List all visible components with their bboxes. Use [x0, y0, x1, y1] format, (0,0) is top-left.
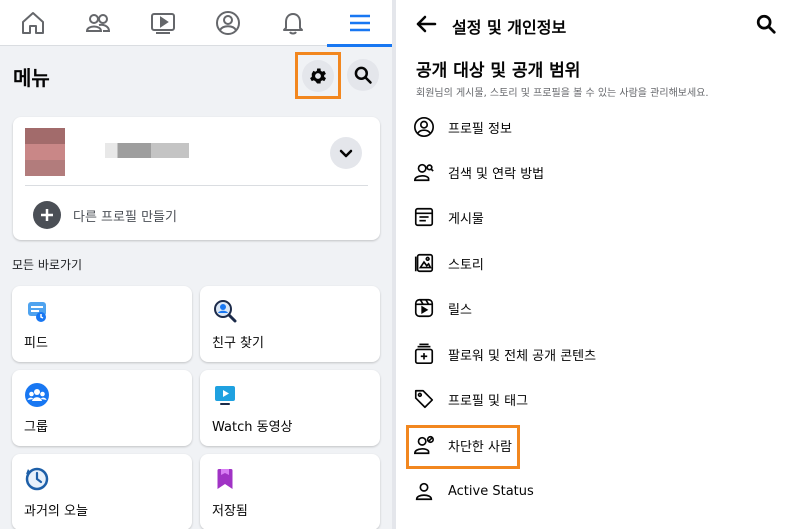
- bell-icon: [282, 13, 303, 35]
- all-shortcuts-label: 모든 바로가기: [12, 258, 83, 272]
- profile-icon: [215, 11, 240, 35]
- followers-icon: [412, 342, 436, 366]
- settings-panel: 설정 및 개인정보 공개 대상 및 공개 범위 회원님의 게시물, 스토리 및 …: [392, 0, 796, 529]
- gear-icon: [310, 68, 326, 83]
- nav-watch[interactable]: [130, 0, 195, 46]
- shortcut-watch[interactable]: Watch 동영상: [200, 370, 380, 446]
- feed-icon: [24, 298, 50, 324]
- shortcut-memories[interactable]: 과거의 오늘: [12, 454, 192, 529]
- setting-label: 릴스: [448, 302, 472, 318]
- setting-followers[interactable]: 팔로워 및 전체 공개 콘텐츠: [412, 336, 772, 372]
- nav-profile[interactable]: [195, 0, 260, 46]
- shortcut-label: 피드: [24, 336, 48, 351]
- shortcut-saved[interactable]: 저장됨: [200, 454, 380, 529]
- shortcut-feed[interactable]: 피드: [12, 286, 192, 362]
- find-friends-icon: [212, 298, 238, 324]
- settings-title: 설정 및 개인정보: [452, 18, 567, 37]
- active-status-icon: [412, 479, 436, 503]
- menu-search-button[interactable]: [347, 59, 379, 91]
- settings-button[interactable]: [295, 52, 341, 99]
- setting-profile-tagging[interactable]: 프로필 및 태그: [412, 381, 772, 417]
- highlight-annotation: [406, 425, 520, 469]
- tag-icon: [412, 387, 436, 411]
- nav-menu[interactable]: [327, 0, 392, 47]
- setting-search-contact[interactable]: 검색 및 연락 방법: [412, 154, 772, 190]
- saved-icon: [212, 466, 238, 492]
- setting-label: 프로필 정보: [448, 121, 512, 137]
- setting-label: 검색 및 연락 방법: [448, 166, 545, 182]
- reels-icon: [412, 296, 436, 320]
- settings-header: 설정 및 개인정보: [396, 0, 796, 46]
- setting-reels[interactable]: 릴스: [412, 290, 772, 326]
- divider: [25, 185, 368, 186]
- nav-friends[interactable]: [65, 0, 130, 46]
- profile-card: 다른 프로필 만들기: [13, 117, 380, 240]
- nav-notifications[interactable]: [260, 0, 325, 46]
- shortcut-label: 저장됨: [212, 504, 248, 519]
- shortcut-label: 과거의 오늘: [24, 504, 88, 519]
- watch-video-icon: [212, 382, 238, 408]
- watch-icon: [150, 13, 175, 34]
- friends-icon: [85, 14, 110, 32]
- setting-stories[interactable]: 스토리: [412, 245, 772, 281]
- home-icon: [21, 12, 44, 34]
- setting-active-status[interactable]: Active Status: [412, 473, 772, 509]
- page-title: 메뉴: [13, 66, 50, 90]
- chevron-down-icon: [339, 149, 353, 158]
- shortcut-label: Watch 동영상: [212, 420, 293, 435]
- section-description: 회원님의 게시물, 스토리 및 프로필을 볼 수 있는 사람을 관리해보세요.: [416, 88, 709, 99]
- setting-label: 스토리: [448, 257, 484, 273]
- shortcut-find-friends[interactable]: 친구 찾기: [200, 286, 380, 362]
- back-arrow-icon: [416, 15, 437, 33]
- shortcut-groups[interactable]: 그룹: [12, 370, 192, 446]
- menu-panel: 메뉴 다른 프로필 만들기 모든 바로가기 피드 친구 찾기 그룹 Watch …: [0, 0, 392, 529]
- groups-icon: [24, 382, 50, 408]
- shortcut-label: 친구 찾기: [212, 336, 264, 351]
- setting-label: 게시물: [448, 211, 484, 227]
- avatar[interactable]: [25, 128, 65, 176]
- expand-profiles-button[interactable]: [330, 137, 362, 169]
- plus-icon[interactable]: [33, 201, 61, 229]
- setting-posts[interactable]: 게시물: [412, 199, 772, 235]
- search-contact-icon: [412, 160, 436, 184]
- shortcut-label: 그룹: [24, 420, 48, 435]
- nav-home[interactable]: [0, 0, 65, 46]
- setting-label: 프로필 및 태그: [448, 393, 529, 409]
- back-button[interactable]: [412, 10, 440, 38]
- profile-info-icon: [412, 115, 436, 139]
- hamburger-menu-icon: [349, 14, 370, 32]
- setting-profile-info[interactable]: 프로필 정보: [412, 109, 772, 145]
- search-icon: [354, 66, 372, 84]
- search-icon: [756, 14, 776, 34]
- top-navigation: [0, 0, 392, 47]
- stories-icon: [412, 251, 436, 275]
- setting-label: 팔로워 및 전체 공개 콘텐츠: [448, 348, 597, 364]
- create-profile-link[interactable]: 다른 프로필 만들기: [73, 206, 177, 225]
- memories-icon: [24, 466, 50, 492]
- settings-search-button[interactable]: [752, 10, 780, 38]
- posts-icon: [412, 205, 436, 229]
- setting-label: Active Status: [448, 483, 534, 499]
- profile-name-redacted[interactable]: [105, 143, 189, 158]
- section-title: 공개 대상 및 공개 범위: [416, 61, 581, 81]
